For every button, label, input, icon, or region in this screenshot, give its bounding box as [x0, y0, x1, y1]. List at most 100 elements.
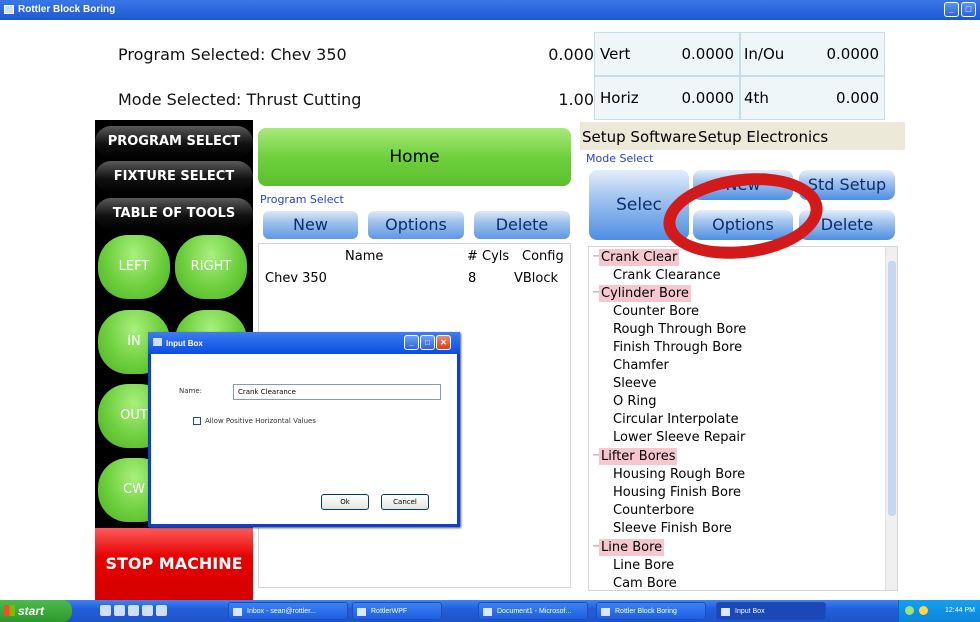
- column-header-cyls[interactable]: # Cyls: [467, 249, 509, 264]
- axis-value: 0.0000: [826, 45, 880, 63]
- task-input-box[interactable]: Input Box: [716, 602, 826, 620]
- fixture-select-button[interactable]: FIXTURE SELECT: [95, 161, 253, 193]
- program-new-button[interactable]: New: [263, 211, 358, 239]
- tree-category[interactable]: Lifter Bores: [599, 448, 678, 465]
- readout-top: 0.000: [548, 45, 594, 64]
- checkbox-label: Allow Positive Horizontal Values: [205, 417, 316, 425]
- quicklaunch-folder-icon[interactable]: [128, 605, 139, 616]
- tree-item[interactable]: Rough Through Bore: [613, 321, 746, 338]
- tree-category[interactable]: Line Bore: [599, 539, 665, 556]
- left-jog-button[interactable]: LEFT: [98, 235, 170, 299]
- program-delete-button[interactable]: Delete: [474, 211, 570, 239]
- tree-item[interactable]: Line Bore: [613, 557, 674, 574]
- dialog-titlebar[interactable]: Input Box _ □ ✕: [148, 332, 460, 354]
- dialog-minimize-button[interactable]: _: [404, 335, 419, 350]
- program-select-button[interactable]: PROGRAM SELECT: [95, 126, 253, 158]
- tree-item[interactable]: Housing Finish Bore: [613, 484, 741, 501]
- cancel-button[interactable]: Cancel: [381, 494, 429, 510]
- mode-select-label: Mode Select: [586, 152, 654, 165]
- axis-label: Vert: [600, 45, 631, 63]
- task-label: RottlerWPF: [371, 608, 408, 615]
- mode-selected: Mode Selected: Thrust Cutting: [118, 90, 361, 109]
- tree-item[interactable]: Finish Through Bore: [613, 339, 742, 356]
- start-button[interactable]: start: [0, 600, 72, 622]
- task-label: Inbox - sean@rottler...: [247, 608, 316, 615]
- tree-category[interactable]: Cylinder Bore: [599, 285, 691, 302]
- quicklaunch-help-icon[interactable]: [156, 605, 167, 616]
- tree-item[interactable]: Sleeve Finish Bore: [613, 520, 732, 537]
- program-options-button[interactable]: Options: [368, 211, 464, 239]
- home-button[interactable]: Home: [258, 128, 571, 186]
- axis-label: Horiz: [600, 89, 639, 107]
- dialog-close-button[interactable]: ✕: [436, 335, 451, 350]
- dialog-body: Name: Crank Clearance Allow Positive Hor…: [151, 354, 457, 524]
- tab-setup-electronics[interactable]: Setup Electronics: [698, 128, 828, 146]
- system-tray: 12:44 PM: [898, 600, 980, 622]
- window-titlebar: Rottler Block Boring _ □: [0, 0, 980, 20]
- axis-cell-inout: In/Ou 0.0000: [740, 32, 885, 76]
- setup-tabs: Setup Software Setup Electronics: [580, 122, 905, 150]
- axis-label: In/Ou: [744, 45, 785, 63]
- scrollbar-thumb[interactable]: [888, 261, 896, 516]
- column-header-config[interactable]: Config: [522, 249, 564, 264]
- quicklaunch-browser-icon[interactable]: [114, 605, 125, 616]
- quicklaunch-desktop-icon[interactable]: [142, 605, 153, 616]
- name-label: Name:: [179, 387, 203, 395]
- task-label: Input Box: [735, 608, 765, 615]
- tree-item[interactable]: Housing Rough Bore: [613, 466, 745, 483]
- table-of-tools-button[interactable]: TABLE OF TOOLS: [95, 198, 253, 230]
- tree-item[interactable]: Counter Bore: [613, 303, 699, 320]
- minimize-button[interactable]: _: [944, 2, 959, 17]
- task-word[interactable]: Document1 - Microsof...: [478, 602, 588, 620]
- mail-icon: [233, 608, 242, 616]
- allow-positive-checkbox[interactable]: [193, 417, 201, 425]
- axis-cell-4th: 4th 0.000: [740, 76, 885, 120]
- tree-category[interactable]: Crank Clear: [599, 249, 680, 266]
- tree-item[interactable]: Counterbore: [613, 502, 694, 519]
- tree-item[interactable]: Cam Bore: [613, 575, 677, 590]
- row-name: Chev 350: [265, 271, 327, 286]
- row-config: VBlock: [514, 271, 559, 286]
- program-selected-value: Chev 350: [270, 45, 347, 64]
- document-icon: [483, 608, 492, 616]
- taskbar: start Inbox - sean@rottler... RottlerWPF…: [0, 600, 980, 622]
- start-label: start: [18, 604, 45, 618]
- maximize-button[interactable]: □: [961, 2, 976, 17]
- name-input[interactable]: Crank Clearance: [233, 384, 441, 400]
- stop-machine-button[interactable]: STOP MACHINE: [95, 528, 253, 600]
- mode-selected-value: Thrust Cutting: [246, 90, 362, 109]
- app-window-icon: [601, 608, 610, 616]
- quicklaunch-ie-icon[interactable]: [100, 605, 111, 616]
- dialog-maximize-button[interactable]: □: [420, 335, 435, 350]
- tree-item[interactable]: Chamfer: [613, 357, 669, 374]
- axis-cell-vert: Vert 0.0000: [594, 32, 740, 76]
- task-label: Rottler Block Boring: [615, 608, 677, 615]
- tray-status-icon[interactable]: [919, 606, 928, 615]
- window-title: Rottler Block Boring: [18, 4, 116, 15]
- tree-item[interactable]: Circular Interpolate: [613, 411, 739, 428]
- row-cyls: 8: [468, 271, 477, 286]
- ok-button[interactable]: Ok: [321, 494, 369, 510]
- tree-item[interactable]: Sleeve: [613, 375, 657, 392]
- tree-item[interactable]: Crank Clearance: [613, 267, 721, 284]
- task-rottlerwpf[interactable]: RottlerWPF: [352, 602, 442, 620]
- tree-scrollbar[interactable]: [885, 247, 897, 590]
- input-box-dialog: Input Box _ □ ✕ Name: Crank Clearance Al…: [148, 332, 460, 527]
- axis-value: 0.0000: [681, 89, 735, 107]
- app-window-icon: [721, 608, 730, 616]
- tab-setup-software[interactable]: Setup Software: [582, 128, 697, 146]
- tree-item[interactable]: O Ring: [613, 393, 657, 410]
- program-select-label: Program Select: [260, 193, 344, 206]
- mode-selected-label: Mode Selected:: [118, 90, 242, 109]
- clock[interactable]: 12:44 PM: [945, 600, 975, 622]
- tray-network-icon[interactable]: [905, 606, 914, 615]
- column-header-name[interactable]: Name: [345, 249, 383, 264]
- task-rottler-block-boring[interactable]: Rottler Block Boring: [596, 602, 706, 620]
- tree-item[interactable]: Lower Sleeve Repair: [613, 429, 745, 446]
- axis-label: 4th: [744, 89, 769, 107]
- task-outlook[interactable]: Inbox - sean@rottler...: [228, 602, 348, 620]
- axis-value: 0.0000: [681, 45, 735, 63]
- app-icon: [4, 5, 14, 14]
- right-jog-button[interactable]: RIGHT: [175, 235, 247, 299]
- folder-icon: [357, 608, 366, 616]
